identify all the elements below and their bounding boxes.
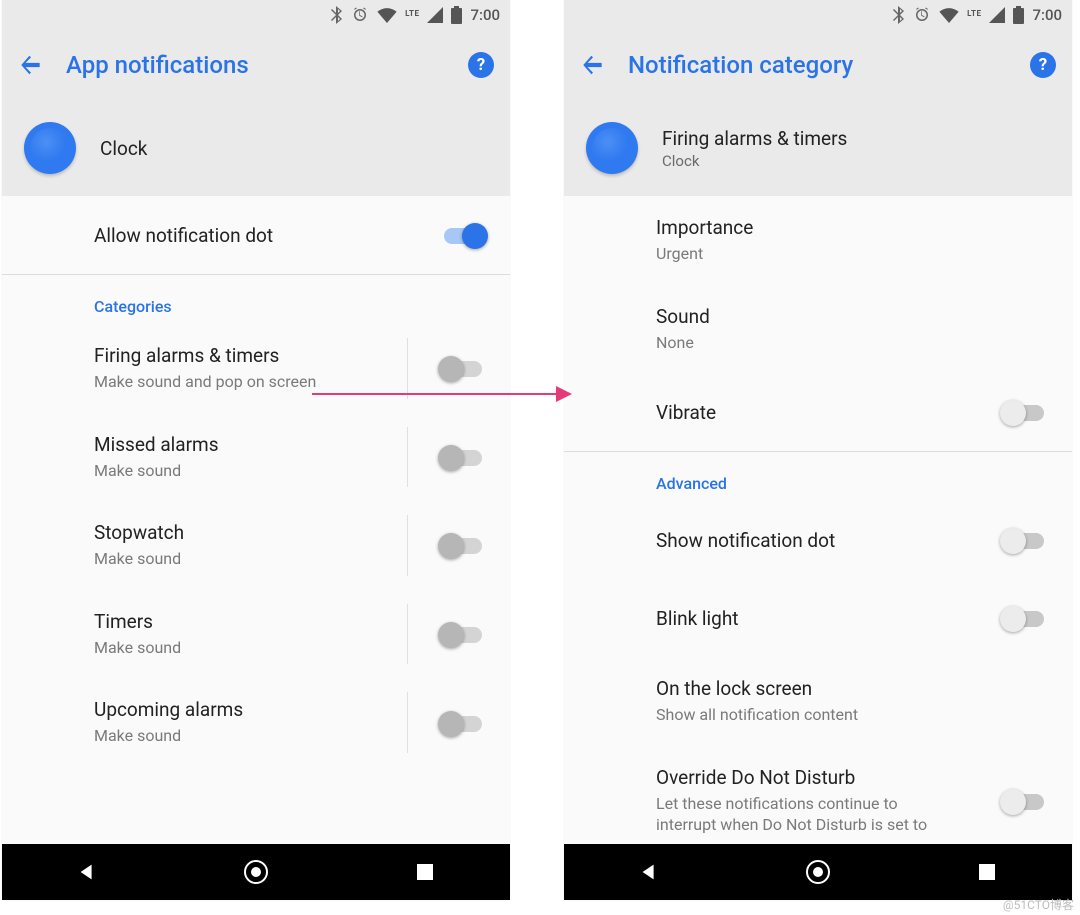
help-button[interactable]: ?	[468, 52, 494, 78]
category-title: Upcoming alarms	[94, 698, 243, 721]
importance-label: Importance	[656, 216, 753, 239]
category-subtitle: Make sound	[94, 725, 243, 747]
row-category-upcoming[interactable]: Upcoming alarms Make sound	[2, 678, 510, 767]
toggle-blink[interactable]	[1002, 604, 1048, 632]
toggle-category[interactable]	[440, 531, 486, 559]
back-button[interactable]	[580, 52, 606, 78]
row-allow-dot[interactable]: Allow notification dot	[2, 196, 510, 274]
sound-value: None	[656, 332, 710, 354]
lte-label: LTE	[967, 9, 981, 18]
toggle-show-dot[interactable]	[1002, 526, 1048, 554]
allow-dot-label: Allow notification dot	[94, 224, 273, 247]
channel-tile: Firing alarms & timers Clock	[564, 100, 1072, 196]
app-tile[interactable]: Clock	[2, 100, 510, 196]
phone-right: LTE 7:00 Notification category ? Firing …	[564, 0, 1072, 900]
lte-label: LTE	[405, 9, 419, 18]
clock-app-icon	[24, 122, 76, 174]
watermark: @51CTO博客	[1003, 896, 1074, 913]
back-button[interactable]	[18, 52, 44, 78]
signal-icon	[989, 7, 1005, 23]
category-subtitle: Make sound	[94, 548, 184, 570]
page-title: App notifications	[66, 51, 446, 79]
vibrate-label: Vibrate	[656, 401, 716, 424]
battery-icon	[1013, 6, 1024, 24]
channel-title: Firing alarms & timers	[662, 127, 847, 150]
nav-recents-button[interactable]	[970, 855, 1004, 889]
row-show-dot[interactable]: Show notification dot	[564, 501, 1072, 579]
battery-icon	[451, 6, 462, 24]
bluetooth-icon	[330, 6, 343, 24]
row-lockscreen[interactable]: On the lock screen Show all notification…	[564, 657, 1072, 746]
app-bar: Notification category ?	[564, 30, 1072, 100]
status-clock: 7:00	[470, 6, 500, 24]
row-override-dnd[interactable]: Override Do Not Disturb Let these notifi…	[564, 746, 1072, 856]
category-title: Timers	[94, 610, 181, 633]
toggle-category[interactable]	[440, 709, 486, 737]
nav-bar	[2, 844, 510, 900]
nav-home-button[interactable]	[239, 855, 273, 889]
signal-icon	[427, 7, 443, 23]
blink-label: Blink light	[656, 607, 739, 630]
status-clock: 7:00	[1032, 6, 1062, 24]
wifi-icon	[377, 7, 397, 23]
override-subtitle: Let these notifications continue to inte…	[656, 793, 956, 836]
row-vibrate[interactable]: Vibrate	[564, 373, 1072, 451]
app-name: Clock	[100, 137, 147, 160]
nav-bar	[564, 844, 1072, 900]
wifi-icon	[939, 7, 959, 23]
category-subtitle: Make sound and pop on screen	[94, 371, 316, 393]
row-sound[interactable]: Sound None	[564, 285, 1072, 374]
row-category-missed[interactable]: Missed alarms Make sound	[2, 413, 510, 502]
category-subtitle: Make sound	[94, 637, 181, 659]
row-category-stopwatch[interactable]: Stopwatch Make sound	[2, 501, 510, 590]
lockscreen-value: Show all notification content	[656, 704, 858, 726]
category-subtitle: Make sound	[94, 460, 219, 482]
page-title: Notification category	[628, 51, 1008, 79]
help-button[interactable]: ?	[1030, 52, 1056, 78]
nav-back-button[interactable]	[632, 855, 666, 889]
override-label: Override Do Not Disturb	[656, 766, 956, 789]
app-bar: App notifications ?	[2, 30, 510, 100]
lockscreen-label: On the lock screen	[656, 677, 858, 700]
section-advanced: Advanced	[564, 452, 1072, 501]
sound-label: Sound	[656, 305, 710, 328]
row-category-firing[interactable]: Firing alarms & timers Make sound and po…	[2, 324, 510, 413]
toggle-override-dnd[interactable]	[1002, 787, 1048, 815]
show-dot-label: Show notification dot	[656, 529, 835, 552]
importance-value: Urgent	[656, 243, 753, 265]
nav-back-button[interactable]	[70, 855, 104, 889]
category-title: Stopwatch	[94, 521, 184, 544]
toggle-category[interactable]	[440, 620, 486, 648]
toggle-category[interactable]	[440, 443, 486, 471]
category-title: Firing alarms & timers	[94, 344, 316, 367]
clock-app-icon	[586, 122, 638, 174]
bluetooth-icon	[892, 6, 905, 24]
row-importance[interactable]: Importance Urgent	[564, 196, 1072, 285]
toggle-vibrate[interactable]	[1002, 398, 1048, 426]
status-bar: LTE 7:00	[2, 0, 510, 30]
phone-left: LTE 7:00 App notifications ? Clock Allow…	[2, 0, 510, 900]
status-bar: LTE 7:00	[564, 0, 1072, 30]
nav-home-button[interactable]	[801, 855, 835, 889]
toggle-allow-dot[interactable]	[440, 221, 486, 249]
section-categories: Categories	[2, 275, 510, 324]
row-blink[interactable]: Blink light	[564, 579, 1072, 657]
alarm-icon	[913, 6, 931, 24]
nav-recents-button[interactable]	[408, 855, 442, 889]
toggle-category[interactable]	[440, 354, 486, 382]
alarm-icon	[351, 6, 369, 24]
channel-app: Clock	[662, 152, 847, 170]
category-title: Missed alarms	[94, 433, 219, 456]
row-category-timers[interactable]: Timers Make sound	[2, 590, 510, 679]
